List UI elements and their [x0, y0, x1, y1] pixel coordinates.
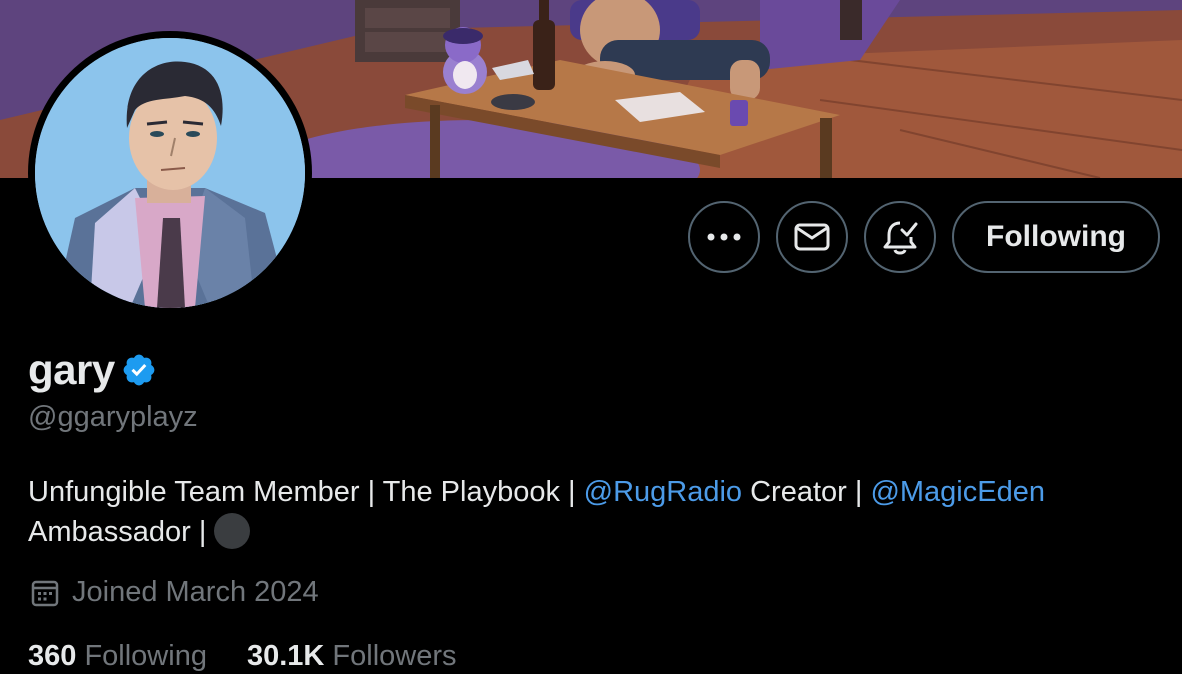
more-dots-icon — [707, 233, 741, 241]
follow-stats: 360 Following 30.1K Followers — [28, 640, 457, 673]
bell-check-icon — [883, 221, 918, 255]
profile-avatar[interactable] — [28, 31, 312, 315]
envelope-icon — [794, 223, 830, 251]
user-handle: @ggaryplayz — [28, 401, 198, 433]
emoji-circle-icon — [214, 513, 251, 549]
mention-rugradio-link[interactable]: @RugRadio — [584, 476, 742, 508]
mention-magiceden-link[interactable]: @MagicEden — [870, 476, 1045, 508]
following-count: 360 — [28, 640, 77, 672]
profile-actions: Following — [688, 201, 1160, 273]
bio-text: Creator | — [742, 476, 871, 508]
display-name: gary — [28, 346, 115, 393]
following-label: Following — [84, 640, 207, 672]
bio-text: Unfungible Team Member | The Playbook | — [28, 476, 584, 508]
message-button[interactable] — [776, 201, 848, 273]
followers-count-link[interactable]: 30.1K Followers — [247, 640, 457, 673]
following-button[interactable]: Following — [952, 201, 1160, 273]
profile-bio: Unfungible Team Member | The Playbook | … — [28, 472, 1148, 552]
joined-text: Joined March 2024 — [72, 576, 319, 608]
calendar-icon — [31, 580, 59, 606]
more-button[interactable] — [688, 201, 760, 273]
followers-count: 30.1K — [246, 640, 325, 672]
followers-label: Followers — [332, 640, 457, 672]
joined-date: Joined March 2024 — [30, 576, 319, 609]
notifications-button[interactable] — [864, 201, 936, 273]
avatar-illustration — [35, 38, 305, 308]
bio-text: Ambassador | — [28, 516, 215, 548]
following-count-link[interactable]: 360 Following — [28, 640, 207, 673]
display-name-row: gary — [28, 346, 157, 394]
verified-badge-icon[interactable] — [121, 352, 157, 388]
